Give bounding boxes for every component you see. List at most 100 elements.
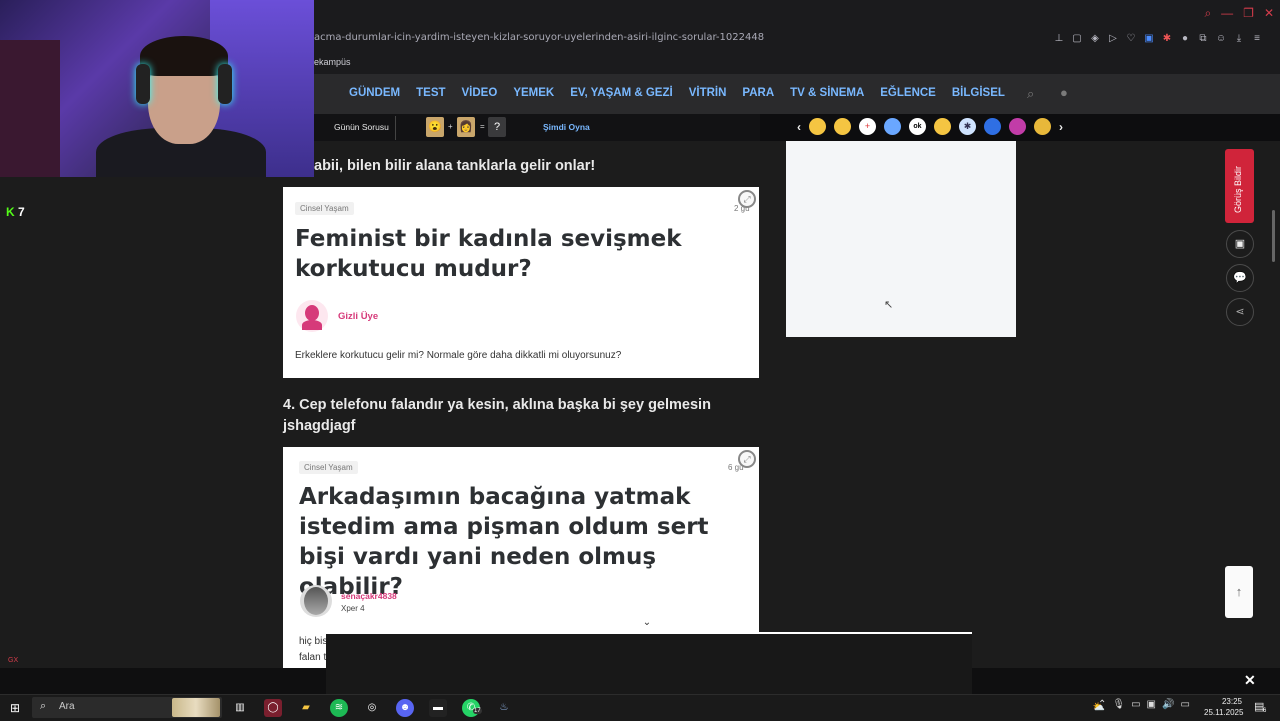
extension-red-icon[interactable]: ✱ — [1160, 32, 1174, 46]
battery-icon[interactable]: ▭ — [1180, 699, 1189, 710]
webcam-background — [0, 40, 60, 177]
windows-start-icon[interactable]: ⊞ — [10, 701, 20, 715]
microphone-icon[interactable]: 🎙 — [1112, 699, 1125, 710]
answer-box[interactable]: ? — [488, 117, 506, 137]
play-now-link[interactable]: Şimdi Oyna — [543, 122, 590, 132]
search-icon[interactable]: ⌕ — [1204, 6, 1211, 21]
system-tray: ⌃ 🎙 ▭ ▣ 🔊 ▭ — [1098, 699, 1190, 710]
emoji-ok[interactable]: ok — [909, 118, 926, 135]
ad-placeholder — [786, 141, 1016, 337]
window-controls: ⌕ — ❐ ✕ — [1204, 6, 1274, 21]
emoji-sad[interactable] — [809, 118, 826, 135]
network-icon[interactable]: ▭ — [1131, 699, 1140, 710]
webcam-person-hair — [140, 36, 228, 76]
nav-item-yemek[interactable]: YEMEK — [513, 87, 554, 99]
username[interactable]: Gizli Üye — [338, 311, 378, 322]
pin-icon[interactable]: ⊥ — [1052, 32, 1066, 46]
close-icon[interactable]: ✕ — [1264, 6, 1274, 21]
chevron-up-icon[interactable]: ⌃ — [1098, 699, 1106, 710]
spotify-icon[interactable]: ≋ — [330, 699, 348, 717]
emoji-smile[interactable] — [834, 118, 851, 135]
address-bar[interactable]: acma-durumlar-icin-yardim-isteyen-kizlar… — [314, 32, 764, 43]
emoji-neutral[interactable] — [884, 118, 901, 135]
scrollbar[interactable] — [1272, 210, 1275, 262]
question-title[interactable]: Arkadaşımın bacağına yatmak istedim ama … — [299, 482, 749, 602]
bookmark-icon[interactable]: ▣ — [1226, 230, 1254, 258]
display-icon[interactable]: ▣ — [1147, 699, 1156, 710]
nav-item-para[interactable]: PARA — [742, 87, 774, 99]
nav-item-eglence[interactable]: EĞLENCE — [880, 87, 936, 99]
volume-icon[interactable]: 🔊 — [1162, 699, 1174, 710]
share-icon[interactable]: ⋖ — [1226, 298, 1254, 326]
question-title[interactable]: Feminist bir kadınla sevişmek korkutucu … — [295, 224, 755, 284]
nav-item-video[interactable]: VİDEO — [462, 87, 498, 99]
section-heading: 4. Cep telefonu falandır ya kesin, aklın… — [283, 397, 711, 434]
translate-icon[interactable]: ▣ — [1142, 32, 1156, 46]
bottom-ad — [326, 632, 972, 694]
expand-icon[interactable]: ⤢ — [738, 450, 756, 468]
emoji-gift[interactable] — [1009, 118, 1026, 135]
comments-icon[interactable]: 💬 — [1226, 264, 1254, 292]
maximize-icon[interactable]: ❐ — [1243, 6, 1254, 21]
play-icon[interactable]: ▷ — [1106, 32, 1120, 46]
question-description-line2: falan t — [299, 652, 327, 663]
steelseries-icon[interactable]: ◎ — [363, 699, 381, 717]
daily-question-label[interactable]: Günün Sorusu — [334, 122, 389, 132]
emoji-hurt[interactable]: + — [859, 118, 876, 135]
emoji-snow[interactable]: ✱ — [959, 118, 976, 135]
user-icon[interactable]: ● — [1060, 85, 1068, 100]
clock-date: 25.11.2025 — [1204, 708, 1244, 717]
nav-item-test[interactable]: TEST — [416, 87, 445, 99]
system-clock[interactable]: 23:25 25.11.2025 — [1204, 696, 1244, 718]
headset-icon — [136, 64, 150, 104]
mouse-cursor-icon: ↖ — [884, 299, 894, 311]
username[interactable]: senaçakr4838 — [341, 591, 397, 601]
emoji-angry[interactable] — [934, 118, 951, 135]
feedback-button[interactable]: Görüş Bildir — [1225, 149, 1254, 223]
shield-icon[interactable]: ◈ — [1088, 32, 1102, 46]
emoji-reactions: ‹ + ok ✱ › — [797, 118, 1063, 135]
opera-gx-icon[interactable]: ◯ — [264, 699, 282, 717]
webcam-overlay — [0, 0, 314, 177]
bookmark-item[interactable]: ekampüs — [314, 57, 351, 67]
discord-icon[interactable]: ☻ — [396, 699, 414, 717]
file-explorer-icon[interactable]: ▰ — [297, 699, 315, 717]
feedback-label: Görüş Bildir — [1233, 165, 1243, 213]
close-ad-icon[interactable]: ✕ — [1244, 672, 1256, 689]
category-tag[interactable]: Cinsel Yaşam — [299, 461, 358, 474]
task-view-icon[interactable]: ▥ — [231, 699, 249, 717]
nav-item-tv-sinema[interactable]: TV & SİNEMA — [790, 87, 864, 99]
nav-item-bilgisel[interactable]: BİLGİSEL — [952, 87, 1005, 99]
profile-icon[interactable]: ☺ — [1214, 32, 1228, 46]
heart-icon[interactable]: ♡ — [1124, 32, 1138, 46]
terminal-icon[interactable]: ▬ — [429, 699, 447, 717]
screenshot-icon[interactable]: ▢ — [1070, 32, 1084, 46]
mouse-icon[interactable]: ● — [1178, 32, 1192, 46]
headset-icon — [218, 64, 232, 104]
steam-icon[interactable]: ♨ — [495, 699, 513, 717]
emoji-money[interactable] — [1034, 118, 1051, 135]
emoji-blue[interactable] — [984, 118, 1001, 135]
taskbar-search[interactable]: ⌕ Ara — [32, 697, 222, 718]
section-heading: abii, bilen bilir alana tanklarla gelir … — [314, 158, 596, 174]
search-highlight-image — [172, 698, 220, 717]
kick-logo-icon: K — [6, 205, 15, 219]
puzzle-icon[interactable]: ⧉ — [1196, 32, 1210, 46]
chevron-left-icon[interactable]: ‹ — [797, 120, 801, 134]
nav-item-vitrin[interactable]: VİTRİN — [689, 87, 727, 99]
chevron-right-icon[interactable]: › — [1059, 120, 1063, 134]
minimize-icon[interactable]: — — [1221, 6, 1233, 21]
category-tag[interactable]: Cinsel Yaşam — [295, 202, 354, 215]
clock-time: 23:25 — [1221, 697, 1242, 706]
scroll-to-top-button[interactable]: ↑ — [1225, 566, 1253, 618]
expand-icon[interactable]: ⤢ — [738, 190, 756, 208]
download-icon[interactable]: ⤓ — [1232, 32, 1246, 46]
emoji-puzzle-2: 👩 — [457, 117, 475, 137]
site-search-icon[interactable]: ⌕ — [1027, 86, 1034, 102]
nav-item-ev-yasam-gezi[interactable]: EV, YAŞAM & GEZİ — [570, 87, 672, 99]
collapse-ad-button[interactable]: ⌄ — [628, 614, 666, 632]
nav-item-gundem[interactable]: GÜNDEM — [349, 87, 400, 99]
menu-icon[interactable]: ≡ — [1250, 32, 1264, 46]
emoji-puzzle-1: 😮 — [426, 117, 444, 137]
search-placeholder: Ara — [59, 701, 75, 712]
